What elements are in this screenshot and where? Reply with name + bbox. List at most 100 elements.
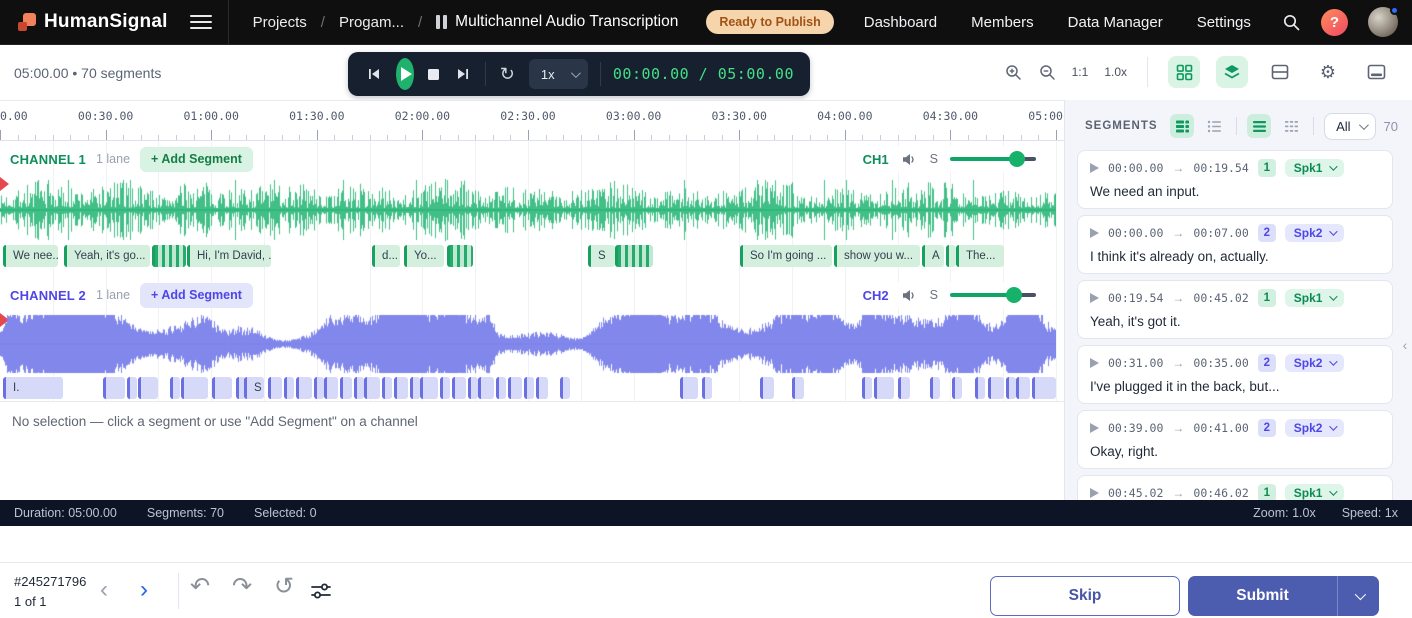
ratio-label[interactable]: 1:1 (1072, 65, 1089, 79)
segment-text[interactable]: Okay, right. (1090, 444, 1380, 459)
channel2-solo-label[interactable]: S (930, 288, 938, 302)
zoom-in-icon[interactable] (1004, 63, 1022, 81)
timeline-segment[interactable] (508, 377, 522, 399)
timeline-segment[interactable] (988, 377, 1004, 399)
timeline-segment[interactable]: So I'm going ... (740, 245, 832, 267)
channel1-add-segment-button[interactable]: + Add Segment (140, 147, 253, 172)
nav-data-manager[interactable]: Data Manager (1068, 14, 1163, 31)
reset-button[interactable]: ↺ (274, 575, 294, 599)
timeline-segment[interactable] (496, 377, 506, 399)
segment-play-icon[interactable] (1090, 228, 1099, 238)
timeline-segment[interactable] (170, 377, 180, 399)
timeline-segment[interactable] (1032, 377, 1056, 399)
timeline-segment[interactable]: The... (956, 245, 1004, 267)
timeline-segment[interactable] (536, 377, 548, 399)
channel1-volume-slider[interactable] (950, 151, 1036, 167)
timeline-segment[interactable] (792, 377, 804, 399)
timeline-segment[interactable] (680, 377, 698, 399)
segment-text[interactable]: I've plugged it in the back, but... (1090, 379, 1380, 394)
timeline-segment[interactable] (952, 377, 962, 399)
submit-dropdown-caret[interactable] (1337, 576, 1379, 616)
timeline-segment[interactable]: d... (372, 245, 400, 267)
channel1-solo-label[interactable]: S (930, 152, 938, 166)
nav-dashboard[interactable]: Dashboard (864, 14, 937, 31)
segment-card[interactable]: 00:19.54→00:45.021Spk1Yeah, it's got it. (1077, 280, 1393, 339)
timeline-segment[interactable]: : (560, 377, 570, 399)
segment-text[interactable]: We need an input. (1090, 184, 1380, 199)
skip-to-end-button[interactable] (453, 64, 473, 84)
segment-card[interactable]: 00:00.00→00:19.541Spk1We need an input. (1077, 150, 1393, 209)
humansignal-logo[interactable]: HumanSignal (0, 11, 168, 33)
zoom-out-icon[interactable] (1038, 63, 1056, 81)
timeline-segment[interactable] (1006, 377, 1016, 399)
timeline-segment[interactable] (478, 377, 494, 399)
timeline-segment[interactable] (127, 377, 137, 399)
speaker-select[interactable]: Spk2 (1285, 224, 1345, 242)
submit-button[interactable]: Submit (1188, 576, 1337, 616)
timeline-segment[interactable] (296, 377, 312, 399)
timeline-segment[interactable]: Yo... (404, 245, 444, 267)
timeline-segment[interactable] (874, 377, 894, 399)
timeline-segment[interactable] (898, 377, 910, 399)
timeline-segment[interactable]: S (244, 377, 264, 399)
table-view-icon[interactable] (1170, 114, 1194, 138)
avatar[interactable] (1368, 7, 1398, 37)
timeline-segment[interactable] (452, 377, 466, 399)
segment-card[interactable]: 00:39.00→00:41.002Spk2Okay, right. (1077, 410, 1393, 469)
timeline-segment[interactable] (468, 377, 478, 399)
segment-play-icon[interactable] (1090, 293, 1099, 303)
timeline-segment[interactable] (103, 377, 125, 399)
next-task-button[interactable]: › (140, 579, 148, 601)
prev-task-button[interactable]: ‹ (100, 579, 108, 601)
segments-filter-select[interactable]: All (1324, 113, 1375, 140)
speaker-select[interactable]: Spk1 (1285, 159, 1345, 177)
timeline-segment[interactable] (382, 377, 392, 399)
play-button[interactable] (396, 58, 414, 90)
segment-card[interactable]: 00:31.00→00:35.002Spk2I've plugged it in… (1077, 345, 1393, 404)
loop-icon[interactable]: ↻ (498, 63, 517, 85)
speaker-select[interactable]: Spk2 (1285, 354, 1345, 372)
timeline-segment[interactable]: Hi, I'm David, ... (187, 245, 271, 267)
timeline-segment[interactable] (440, 377, 450, 399)
timeline-segment[interactable]: S (588, 245, 615, 267)
timeline-segment[interactable] (364, 377, 380, 399)
timeline-segment[interactable]: We nee... (3, 245, 58, 267)
stop-button[interactable] (426, 67, 441, 82)
nav-members[interactable]: Members (971, 14, 1034, 31)
segment-card[interactable]: 00:45.02→00:46.021Spk1It's doing somethi… (1077, 475, 1393, 500)
timeline-segment[interactable] (152, 245, 186, 267)
undo-button[interactable]: ↶ (190, 575, 210, 599)
channel2-add-segment-button[interactable]: + Add Segment (140, 283, 253, 308)
split-view-toggle[interactable] (1264, 56, 1296, 88)
speaker-select[interactable]: Spk1 (1285, 484, 1345, 500)
timeline-segment[interactable] (420, 377, 438, 399)
help-icon[interactable]: ? (1321, 9, 1348, 36)
skip-button[interactable]: Skip (990, 576, 1180, 616)
timeline-segment[interactable] (975, 377, 985, 399)
sidebar-collapse-handle[interactable]: ‹ (1399, 325, 1411, 365)
timeline-segment[interactable] (862, 377, 872, 399)
segment-card[interactable]: 00:00.00→00:07.002Spk2I think it's alrea… (1077, 215, 1393, 274)
timeline-segment[interactable] (268, 377, 282, 399)
timeline-segment[interactable] (181, 377, 208, 399)
timeline-segment[interactable] (354, 377, 364, 399)
panel-dock-toggle[interactable] (1360, 56, 1392, 88)
segment-play-icon[interactable] (1090, 423, 1099, 433)
breadcrumb-projects[interactable]: Projects (253, 14, 307, 31)
timeline-segment[interactable] (410, 377, 420, 399)
channel2-waveform[interactable] (0, 313, 1056, 375)
timeline-segment[interactable] (946, 245, 956, 267)
timeline-segment[interactable] (524, 377, 534, 399)
channel2-volume-slider[interactable] (950, 287, 1036, 303)
hamburger-menu-icon[interactable] (190, 11, 212, 33)
volume-icon[interactable] (901, 288, 918, 303)
compact-view-icon[interactable] (1279, 114, 1303, 138)
layers-toggle[interactable] (1216, 56, 1248, 88)
speaker-select[interactable]: Spk1 (1285, 289, 1345, 307)
timeline-segment[interactable] (702, 377, 712, 399)
rows-view-icon[interactable] (1247, 114, 1271, 138)
segment-text[interactable]: I think it's already on, actually. (1090, 249, 1380, 264)
timeline-segment[interactable] (615, 245, 653, 267)
timeline-segment[interactable] (930, 377, 940, 399)
timeline-segment[interactable]: show you w... (834, 245, 920, 267)
